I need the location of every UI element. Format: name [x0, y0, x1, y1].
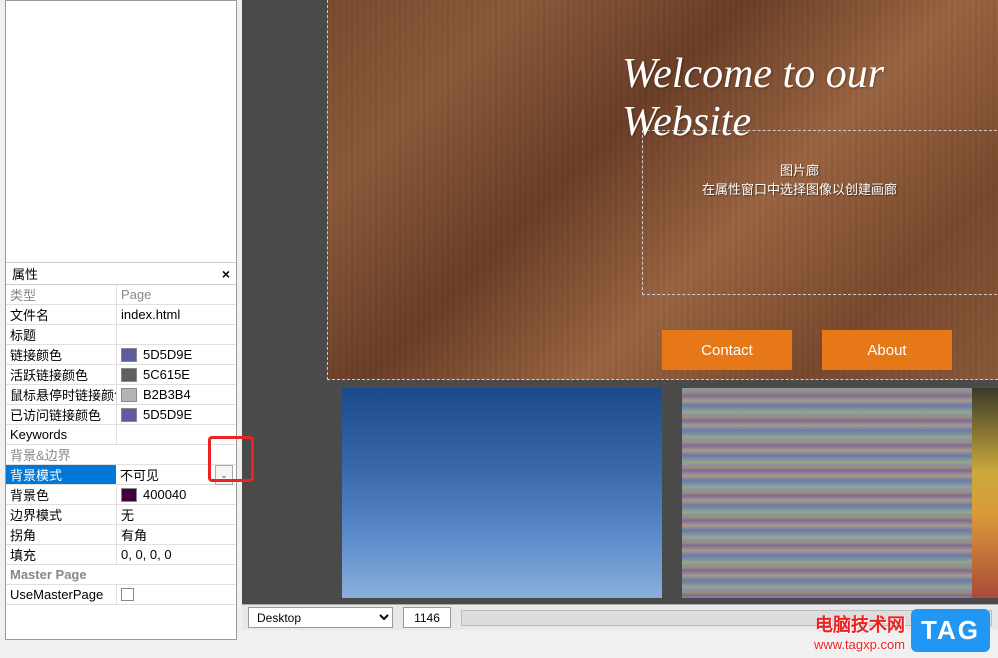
panel-title: 属性 [12, 264, 38, 283]
chevron-down-icon[interactable]: ⌄ [215, 465, 233, 485]
color-swatch [121, 388, 137, 402]
row-title[interactable]: 标题 [6, 325, 236, 345]
row-corner[interactable]: 拐角 有角 [6, 525, 236, 545]
row-bg-mode[interactable]: 背景模式 不可见 ⌄ [6, 465, 236, 485]
row-padding[interactable]: 填充 0, 0, 0, 0 [6, 545, 236, 565]
row-active-link-color[interactable]: 活跃链接颜色 5C615E [6, 365, 236, 385]
section-background: 背景&边界 [6, 445, 236, 465]
row-keywords[interactable]: Keywords [6, 425, 236, 445]
row-use-master[interactable]: UseMasterPage [6, 585, 236, 605]
type-value: Page [116, 285, 236, 304]
type-label: 类型 [6, 285, 116, 304]
about-button[interactable]: About [822, 330, 952, 370]
row-link-color[interactable]: 链接颜色 5D5D9E [6, 345, 236, 365]
grid-header: 类型 Page [6, 285, 236, 305]
properties-panel: 属性 × 类型 Page 文件名 index.html 标题 链接颜色 5D5D… [5, 0, 237, 640]
width-input[interactable] [403, 607, 451, 628]
contact-button[interactable]: Contact [662, 330, 792, 370]
checkbox[interactable] [121, 588, 134, 601]
watermark-title: 电脑技术网 [814, 611, 905, 637]
row-filename[interactable]: 文件名 index.html [6, 305, 236, 325]
color-swatch [121, 488, 137, 502]
row-bg-color[interactable]: 背景色 400040 [6, 485, 236, 505]
watermark: 电脑技术网 www.tagxp.com TAG [814, 609, 990, 652]
property-grid: 类型 Page 文件名 index.html 标题 链接颜色 5D5D9E 活跃… [6, 285, 236, 605]
section-master: Master Page [6, 565, 236, 585]
row-border-mode[interactable]: 边界模式 无 [6, 505, 236, 525]
image-city[interactable] [682, 388, 992, 598]
gallery-label: 图片廊 在属性窗口中选择图像以创建画廊 [702, 160, 897, 198]
gallery-placeholder[interactable] [642, 130, 998, 295]
color-swatch [121, 408, 137, 422]
device-select[interactable]: Desktop [248, 607, 393, 628]
color-swatch [121, 348, 137, 362]
upper-panel-empty [6, 1, 236, 263]
watermark-url: www.tagxp.com [814, 637, 905, 652]
panel-header: 属性 × [6, 263, 236, 285]
color-swatch [121, 368, 137, 382]
canvas[interactable]: Welcome to our Website 图片廊 在属性窗口中选择图像以创建… [242, 0, 998, 610]
image-food[interactable] [972, 388, 998, 598]
row-visited-link-color[interactable]: 已访问链接颜色 5D5D9E [6, 405, 236, 425]
image-sky[interactable] [342, 388, 662, 598]
hero-title[interactable]: Welcome to our Website [622, 50, 998, 146]
row-hover-link-color[interactable]: 鼠标悬停时链接颜色 B2B3B4 [6, 385, 236, 405]
watermark-tag: TAG [911, 609, 990, 652]
close-icon[interactable]: × [222, 266, 230, 282]
